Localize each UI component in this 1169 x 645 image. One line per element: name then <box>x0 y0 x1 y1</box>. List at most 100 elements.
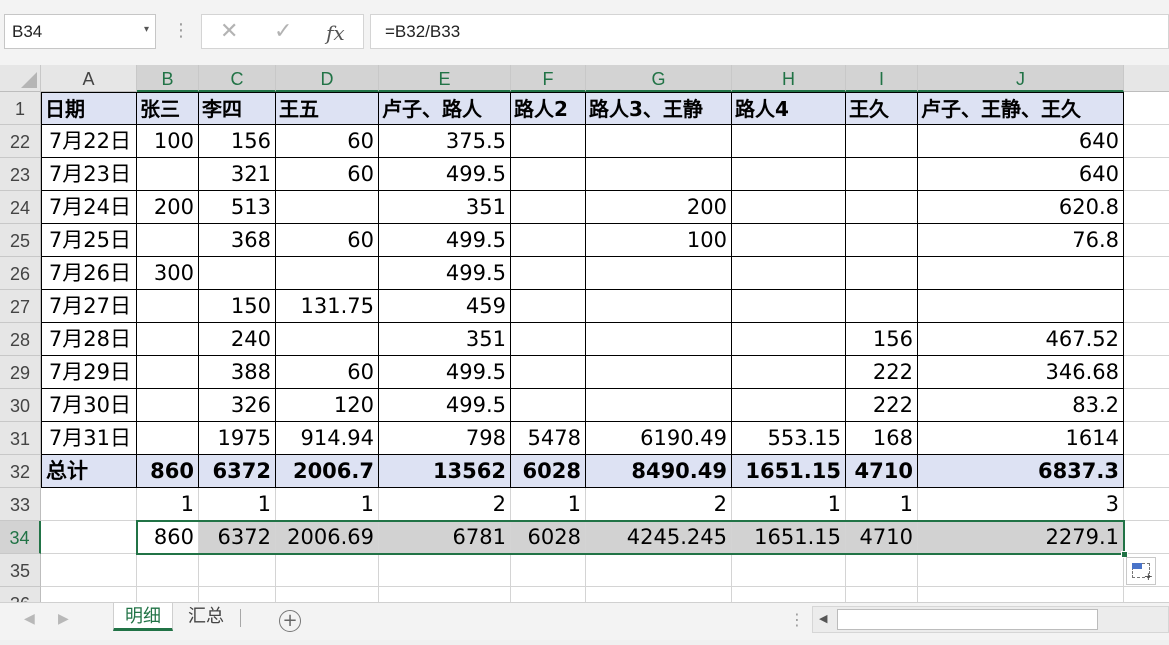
cell-h23[interactable] <box>732 158 846 191</box>
cell-c22[interactable]: 156 <box>199 125 276 158</box>
cell-j34[interactable]: 2279.1 <box>918 521 1124 554</box>
cell-h22[interactable] <box>732 125 846 158</box>
cell-j32[interactable]: 6837.3 <box>918 455 1124 488</box>
row-header-22[interactable]: 22 <box>0 125 41 158</box>
column-header-i[interactable]: I <box>846 65 918 92</box>
cell-d35[interactable] <box>276 554 379 587</box>
cell-c29[interactable]: 388 <box>199 356 276 389</box>
cell-i29[interactable]: 222 <box>846 356 918 389</box>
cell-c26[interactable] <box>199 257 276 290</box>
cell-j29[interactable]: 346.68 <box>918 356 1124 389</box>
cell-d23[interactable]: 60 <box>276 158 379 191</box>
cell-f28[interactable] <box>511 323 586 356</box>
cell-a33[interactable] <box>41 488 137 521</box>
cell-j27[interactable] <box>918 290 1124 323</box>
row-header-30[interactable]: 30 <box>0 389 41 422</box>
row-header-24[interactable]: 24 <box>0 191 41 224</box>
cell-j22[interactable]: 640 <box>918 125 1124 158</box>
cell-e35[interactable] <box>379 554 511 587</box>
cell-h25[interactable] <box>732 224 846 257</box>
cancel-icon[interactable]: ✕ <box>220 19 238 44</box>
tab-scroll-left-icon[interactable]: ◀ <box>24 611 35 627</box>
column-header-g[interactable]: G <box>586 65 732 92</box>
cell-i33[interactable]: 1 <box>846 488 918 521</box>
cell-c36[interactable] <box>199 587 276 602</box>
row-header-32[interactable]: 32 <box>0 455 41 488</box>
select-all-triangle-icon[interactable] <box>21 72 37 88</box>
cell-a28[interactable]: 7月28日 <box>41 323 137 356</box>
cell-d27[interactable]: 131.75 <box>276 290 379 323</box>
cell-d26[interactable] <box>276 257 379 290</box>
cell-a25[interactable]: 7月25日 <box>41 224 137 257</box>
cell-d31[interactable]: 914.94 <box>276 422 379 455</box>
cell-g27[interactable] <box>586 290 732 323</box>
enter-check-icon[interactable]: ✓ <box>274 19 292 44</box>
row-header-36[interactable]: 36 <box>0 587 41 602</box>
cell-j1[interactable]: 卢子、王静、王久 <box>918 92 1124 125</box>
cell-d33[interactable]: 1 <box>276 488 379 521</box>
name-box[interactable]: B34 ▾ <box>4 14 156 49</box>
cell-a26[interactable]: 7月26日 <box>41 257 137 290</box>
cell-c35[interactable] <box>199 554 276 587</box>
cell-b34[interactable]: 860 <box>137 521 199 554</box>
cell-b32[interactable]: 860 <box>137 455 199 488</box>
cell-a27[interactable]: 7月27日 <box>41 290 137 323</box>
cell-b26[interactable]: 300 <box>137 257 199 290</box>
cell-f24[interactable] <box>511 191 586 224</box>
cell-a34[interactable] <box>41 521 137 554</box>
spreadsheet-grid[interactable]: A B C D E F G H I J 1 日期 张三 李四 王五 卢子、路人 路人2 路人3、王静 路人4 王久 卢子… <box>0 65 1169 602</box>
quick-analysis-button[interactable] <box>1126 557 1156 585</box>
cell-h35[interactable] <box>732 554 846 587</box>
cell-g25[interactable]: 100 <box>586 224 732 257</box>
cell-j31[interactable]: 1614 <box>918 422 1124 455</box>
cell-i1[interactable]: 王久 <box>846 92 918 125</box>
add-sheet-icon[interactable]: + <box>279 610 301 632</box>
cell-e36[interactable] <box>379 587 511 602</box>
cell-c23[interactable]: 321 <box>199 158 276 191</box>
tab-scroll-right-icon[interactable]: ▶ <box>58 611 69 627</box>
cell-i23[interactable] <box>846 158 918 191</box>
cell-g34[interactable]: 4245.245 <box>586 521 732 554</box>
cell-d34[interactable]: 2006.69 <box>276 521 379 554</box>
cell-a29[interactable]: 7月29日 <box>41 356 137 389</box>
cell-g22[interactable] <box>586 125 732 158</box>
cell-i30[interactable]: 222 <box>846 389 918 422</box>
cell-e22[interactable]: 375.5 <box>379 125 511 158</box>
cell-e31[interactable]: 798 <box>379 422 511 455</box>
cell-d32[interactable]: 2006.7 <box>276 455 379 488</box>
row-header-27[interactable]: 27 <box>0 290 41 323</box>
cell-c30[interactable]: 326 <box>199 389 276 422</box>
cell-f26[interactable] <box>511 257 586 290</box>
cell-b25[interactable] <box>137 224 199 257</box>
cell-i27[interactable] <box>846 290 918 323</box>
cell-e23[interactable]: 499.5 <box>379 158 511 191</box>
cell-h24[interactable] <box>732 191 846 224</box>
cell-f29[interactable] <box>511 356 586 389</box>
cell-e32[interactable]: 13562 <box>379 455 511 488</box>
cell-f1[interactable]: 路人2 <box>511 92 586 125</box>
column-header-b[interactable]: B <box>137 65 199 92</box>
cell-g32[interactable]: 8490.49 <box>586 455 732 488</box>
cell-b1[interactable]: 张三 <box>137 92 199 125</box>
cell-i35[interactable] <box>846 554 918 587</box>
row-header-26[interactable]: 26 <box>0 257 41 290</box>
cell-f36[interactable] <box>511 587 586 602</box>
column-header-j[interactable]: J <box>918 65 1124 92</box>
cell-f32[interactable]: 6028 <box>511 455 586 488</box>
cell-h32[interactable]: 1651.15 <box>732 455 846 488</box>
cell-a22[interactable]: 7月22日 <box>41 125 137 158</box>
sheet-tab-detail[interactable]: 明细 <box>113 603 173 631</box>
select-all-corner[interactable] <box>0 65 41 92</box>
cell-f25[interactable] <box>511 224 586 257</box>
cell-g29[interactable] <box>586 356 732 389</box>
cell-h33[interactable]: 1 <box>732 488 846 521</box>
cell-b24[interactable]: 200 <box>137 191 199 224</box>
row-header-34[interactable]: 34 <box>0 521 41 554</box>
cell-e1[interactable]: 卢子、路人 <box>379 92 511 125</box>
cell-h31[interactable]: 553.15 <box>732 422 846 455</box>
cell-j25[interactable]: 76.8 <box>918 224 1124 257</box>
row-header-28[interactable]: 28 <box>0 323 41 356</box>
scrollbar-thumb[interactable] <box>837 609 1098 630</box>
insert-function-icon[interactable]: fx <box>326 21 345 45</box>
row-header-1[interactable]: 1 <box>0 92 41 125</box>
